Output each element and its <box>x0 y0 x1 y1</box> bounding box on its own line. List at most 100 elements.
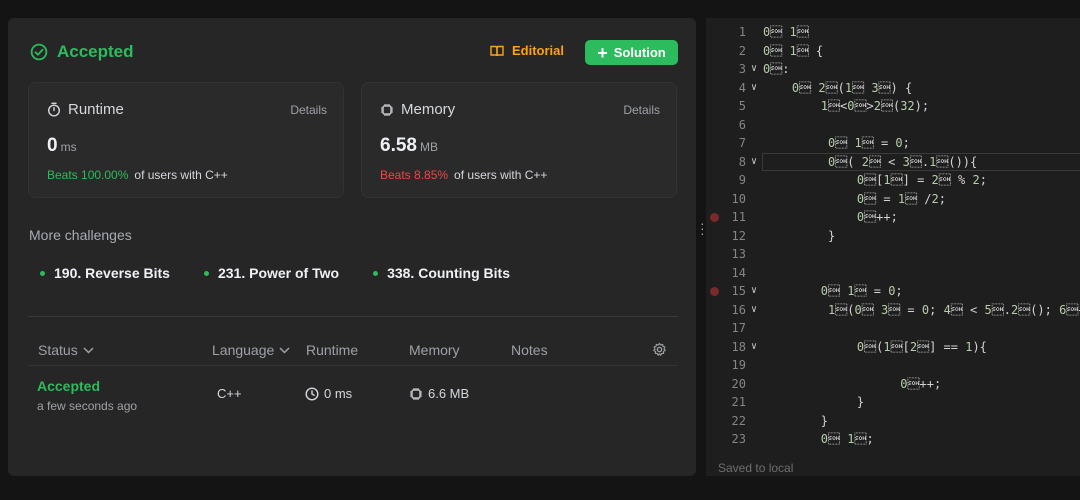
bullet-dot-icon <box>40 270 45 276</box>
code-area[interactable]: 1 0 1 2 0 1 {3 ∨ 0: 4 ∨ 0 2(1 3) {5 1… <box>706 23 1080 449</box>
check-circle-icon <box>30 43 48 61</box>
code-text: 0++; <box>856 210 898 224</box>
code-text: 0 1 { <box>763 43 824 58</box>
code-line[interactable]: 9 0[1] = 2 % 2; <box>706 171 1080 190</box>
submission-status[interactable]: Accepted <box>37 378 100 394</box>
code-text: 0 1 = 0; <box>828 136 910 150</box>
runtime-beats-value: Beats 100.00% <box>47 168 129 182</box>
code-line[interactable]: 20 0++; <box>706 375 1080 394</box>
chip-icon <box>381 103 393 116</box>
plus-icon: + <box>597 42 608 63</box>
challenge-label: 338. Counting Bits <box>387 265 510 281</box>
result-header: Accepted Editorial + Solution <box>8 18 696 86</box>
code-text: } <box>763 228 836 243</box>
code-line[interactable]: 21 } <box>706 393 1080 412</box>
code-text: } <box>763 395 865 409</box>
runtime-header-label: Runtime <box>306 342 359 358</box>
notes-column-header: Notes <box>511 342 548 358</box>
line-number: 13 <box>731 247 746 261</box>
line-number: 14 <box>731 265 746 280</box>
memory-beats-value: Beats 8.85% <box>380 168 449 182</box>
code-line[interactable]: 10 0 = 1 /2; <box>706 190 1080 209</box>
code-line[interactable]: 6 <box>706 116 1080 135</box>
submission-row[interactable]: Accepted a few seconds ago C++ 0 ms 6.6 … <box>28 370 678 430</box>
fold-chevron-icon[interactable]: ∨ <box>751 79 757 98</box>
code-line[interactable]: 16 ∨ 1(0 3 = 0; 4 < 5.2(); 6++ <box>706 301 1080 320</box>
language-header-label: Language <box>212 342 275 358</box>
code-line[interactable]: 3 ∨ 0: <box>706 60 1080 79</box>
code-text: 0 1 = 0; <box>820 284 903 298</box>
result-panel: Accepted Editorial + Solution Runtime De… <box>8 18 696 476</box>
fold-chevron-icon[interactable]: ∨ <box>751 282 757 301</box>
code-text: 0(1[2] == 1){ <box>856 339 987 354</box>
submission-memory: 6.6 MB <box>409 386 469 401</box>
accepted-label: Accepted <box>57 42 134 61</box>
code-line[interactable]: 19 <box>706 356 1080 375</box>
language-column-header[interactable]: Language <box>212 342 290 358</box>
more-challenges-title: More challenges <box>29 227 132 243</box>
runtime-details-link[interactable]: Details <box>290 103 327 117</box>
code-text: 1(0 3 = 0; 4 < 5.2(); 6++ <box>828 302 1080 317</box>
code-line[interactable]: 18 ∨ 0(1[2] == 1){ <box>706 338 1080 357</box>
clock-icon <box>305 386 319 401</box>
settings-button[interactable] <box>652 342 667 357</box>
editorial-button[interactable]: Editorial <box>490 43 564 58</box>
code-editor[interactable]: 1 0 1 2 0 1 {3 ∨ 0: 4 ∨ 0 2(1 3) {5 1… <box>706 18 1080 476</box>
runtime-beats-suffix: of users with C++ <box>134 168 228 182</box>
fold-chevron-icon[interactable]: ∨ <box>751 153 757 172</box>
runtime-header: Runtime <box>47 101 124 118</box>
code-line[interactable]: 7 0 1 = 0; <box>706 134 1080 153</box>
runtime-cell-value: 0 ms <box>324 386 353 401</box>
code-line[interactable]: 17 <box>706 319 1080 338</box>
solution-button[interactable]: + Solution <box>585 40 678 65</box>
status-header-label: Status <box>38 342 78 358</box>
code-line[interactable]: 1 0 1 <box>706 23 1080 42</box>
code-line[interactable]: 15 ∨ 0 1 = 0; <box>706 282 1080 301</box>
code-text: 0++; <box>900 376 942 391</box>
fold-chevron-icon[interactable]: ∨ <box>751 301 757 320</box>
memory-details-link[interactable]: Details <box>623 103 660 117</box>
status-column-header[interactable]: Status <box>38 342 94 358</box>
code-line[interactable]: 2 0 1 { <box>706 42 1080 61</box>
memory-header-label: Memory <box>409 342 460 358</box>
gear-icon <box>653 342 666 356</box>
code-line[interactable]: 11 0++; <box>706 208 1080 227</box>
line-number: 2 <box>738 43 746 58</box>
fold-chevron-icon[interactable]: ∨ <box>751 338 757 357</box>
code-line[interactable]: 5 1<0>2(32); <box>706 97 1080 116</box>
memory-unit: MB <box>419 140 438 154</box>
line-number: 3 <box>738 62 746 76</box>
book-icon <box>490 45 504 56</box>
code-line[interactable]: 14 <box>706 264 1080 283</box>
line-number: 21 <box>731 395 746 409</box>
submissions-table-header: Status Language Runtime Memory Notes <box>28 340 678 364</box>
memory-card[interactable]: Memory Details 6.58 MB Beats 8.85% of user… <box>361 82 677 198</box>
runtime-beats: Beats 100.00% of users with C++ <box>47 168 228 182</box>
code-line[interactable]: 4 ∨ 0 2(1 3) { <box>706 79 1080 98</box>
stopwatch-icon <box>47 102 61 117</box>
panel-resize-handle[interactable]: · · · <box>700 216 705 240</box>
challenge-link[interactable]: 338. Counting Bits <box>373 265 510 281</box>
code-line[interactable]: 23 0 1; <box>706 430 1080 449</box>
code-line[interactable]: 8 ∨ 0( 2 < 3.1()){ <box>706 152 1080 172</box>
line-number: 6 <box>738 117 746 132</box>
code-text: 0 1 <box>763 25 809 39</box>
code-line[interactable]: 22 } <box>706 412 1080 431</box>
code-line[interactable]: 12 } <box>706 227 1080 246</box>
challenge-label: 231. Power of Two <box>217 265 340 281</box>
code-text: 0( 2 < 3.1()){ <box>828 154 978 169</box>
solution-label: Solution <box>613 45 666 60</box>
notes-header-label: Notes <box>511 342 548 358</box>
code-text: 0[1] = 2 % 2; <box>856 173 987 187</box>
challenge-link[interactable]: 190. Reverse Bits <box>40 265 170 281</box>
runtime-card[interactable]: Runtime Details 0 ms Beats 100.00% of user… <box>28 82 344 198</box>
line-number: 15 <box>731 284 746 298</box>
line-number: 5 <box>738 99 746 113</box>
section-divider <box>28 316 678 317</box>
challenge-label: 190. Reverse Bits <box>54 265 170 281</box>
code-text: 1<0>2(32); <box>820 99 930 113</box>
challenge-link[interactable]: 231. Power of Two <box>203 265 340 281</box>
code-line[interactable]: 13 <box>706 245 1080 264</box>
fold-chevron-icon[interactable]: ∨ <box>751 60 757 79</box>
runtime-column-header: Runtime <box>306 342 358 358</box>
